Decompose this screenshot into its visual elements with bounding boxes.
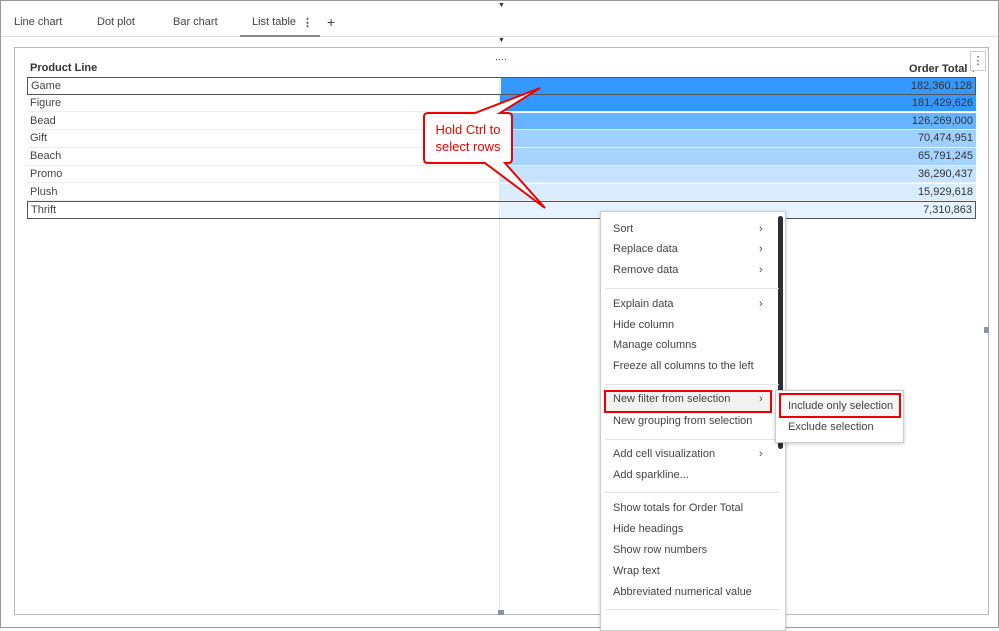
menu-item-add-cell-visualization[interactable]: Add cell visualization xyxy=(613,448,715,460)
menu-separator xyxy=(605,609,779,610)
chevron-right-icon: › xyxy=(759,448,763,460)
context-menu: Sort › Replace data › Remove data › Explain da… xyxy=(600,211,786,631)
menu-separator xyxy=(605,384,779,385)
menu-item-abbreviated-numerical-value[interactable]: Abbreviated numerical value xyxy=(613,586,752,598)
menu-item-manage-columns[interactable]: Manage columns xyxy=(613,339,697,351)
menu-item-show-row-numbers[interactable]: Show row numbers xyxy=(613,544,707,556)
menu-item-sort[interactable]: Sort xyxy=(613,223,633,235)
chevron-right-icon: › xyxy=(759,264,763,276)
menu-item-new-filter-from-selection[interactable]: New filter from selection xyxy=(613,393,730,405)
menu-item-wrap-text[interactable]: Wrap text xyxy=(613,565,660,577)
menu-item-show-totals-for-order-total[interactable]: Show totals for Order Total xyxy=(613,502,743,514)
submenu-item-include-only-selection[interactable]: Include only selection xyxy=(788,400,893,412)
chevron-right-icon: › xyxy=(759,243,763,255)
menu-item-new-grouping-from-selection[interactable]: New grouping from selection xyxy=(613,415,752,427)
callout-line-2: select rows xyxy=(435,139,501,154)
callout-bubble xyxy=(423,87,546,209)
menu-separator xyxy=(605,439,779,440)
menu-item-remove-data[interactable]: Remove data xyxy=(613,264,678,276)
chevron-right-icon: › xyxy=(759,223,763,235)
resize-handle-bottom[interactable] xyxy=(498,610,504,615)
filter-submenu: Include only selection Exclude selection xyxy=(775,390,904,443)
menu-item-replace-data[interactable]: Replace data xyxy=(613,243,678,255)
chevron-right-icon: › xyxy=(759,393,763,405)
resize-handle-right[interactable] xyxy=(984,327,989,333)
menu-item-hide-headings[interactable]: Hide headings xyxy=(613,523,683,535)
callout-line-1: Hold Ctrl to xyxy=(435,122,501,137)
menu-item-freeze-all-columns-to-the-left[interactable]: Freeze all columns to the left xyxy=(613,360,754,372)
chevron-right-icon: › xyxy=(759,298,763,310)
menu-item-explain-data[interactable]: Explain data xyxy=(613,298,674,310)
menu-separator xyxy=(605,288,779,289)
submenu-item-exclude-selection[interactable]: Exclude selection xyxy=(788,421,874,433)
menu-item-add-sparkline[interactable]: Add sparkline... xyxy=(613,469,689,481)
menu-item-hide-column[interactable]: Hide column xyxy=(613,319,674,331)
menu-separator xyxy=(605,492,779,493)
